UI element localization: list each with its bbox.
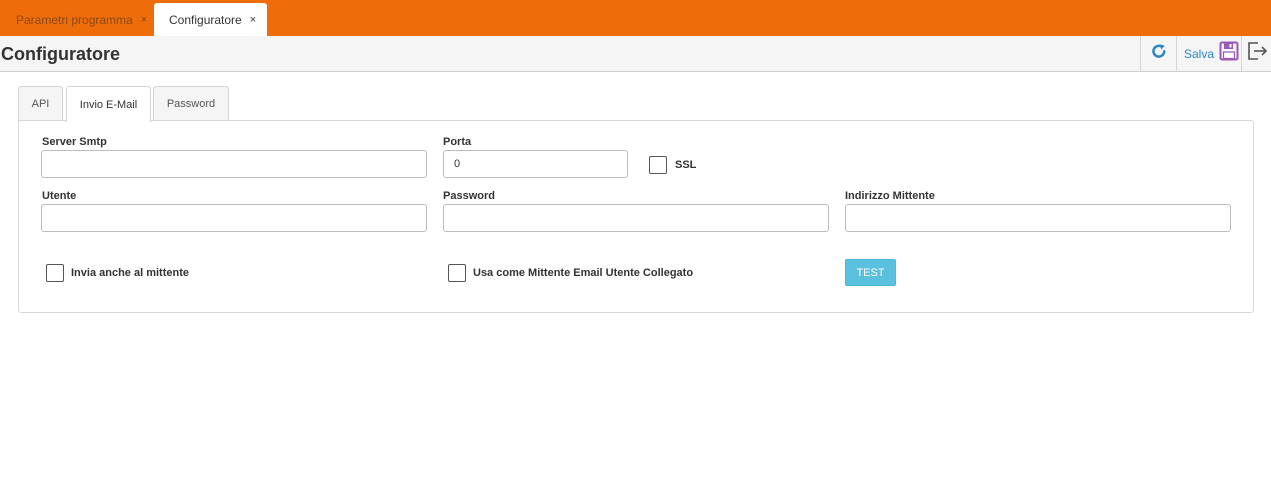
top-tab-configuratore[interactable]: Configuratore × xyxy=(154,3,267,36)
utente-input[interactable] xyxy=(41,204,427,232)
exit-icon xyxy=(1246,40,1268,67)
ssl-checkbox[interactable] xyxy=(649,156,667,174)
password-label: Password xyxy=(443,190,495,202)
close-icon[interactable]: × xyxy=(250,14,256,26)
ssl-label: SSL xyxy=(675,159,697,171)
server-smtp-label: Server Smtp xyxy=(42,136,107,148)
tab-label: Password xyxy=(166,98,216,110)
invia-mittente-checkbox[interactable] xyxy=(46,264,64,282)
save-label: Salva xyxy=(1184,46,1215,61)
utente-label: Utente xyxy=(42,190,77,202)
tab-api[interactable]: API xyxy=(18,86,63,121)
refresh-button[interactable] xyxy=(1140,36,1176,71)
indirizzo-mittente-input[interactable] xyxy=(845,204,1231,232)
top-tab-bar: Parametri programma × Configuratore × xyxy=(0,0,1271,36)
refresh-icon xyxy=(1150,42,1168,65)
close-icon[interactable]: × xyxy=(141,14,147,26)
tab-label: Invio E-Mail xyxy=(79,98,138,111)
usa-mittente-checkbox[interactable] xyxy=(448,264,466,282)
page-header: Configuratore Salva xyxy=(0,36,1271,72)
server-smtp-input[interactable] xyxy=(41,150,427,178)
test-button-label: TEST xyxy=(856,266,885,279)
tab-label: API xyxy=(31,98,50,110)
usa-mittente-label: Usa come Mittente Email Utente Collegato xyxy=(473,267,694,279)
password-input[interactable] xyxy=(443,204,829,232)
page-title: Configuratore xyxy=(1,44,120,64)
porta-input[interactable] xyxy=(443,150,628,178)
exit-button[interactable] xyxy=(1241,36,1271,71)
save-button[interactable]: Salva xyxy=(1176,36,1241,71)
save-disk-icon xyxy=(1219,41,1239,66)
tab-password[interactable]: Password xyxy=(153,86,229,121)
top-tab-label: Configuratore xyxy=(169,12,242,27)
top-tab-parametri-programma[interactable]: Parametri programma × xyxy=(0,3,150,36)
test-button[interactable]: TEST xyxy=(845,259,896,286)
invia-mittente-label: Invia anche al mittente xyxy=(71,267,189,279)
top-tab-label: Parametri programma xyxy=(16,12,133,27)
porta-label: Porta xyxy=(443,136,472,148)
tab-invio-email[interactable]: Invio E-Mail xyxy=(66,86,151,122)
indirizzo-mittente-label: Indirizzo Mittente xyxy=(845,190,935,202)
